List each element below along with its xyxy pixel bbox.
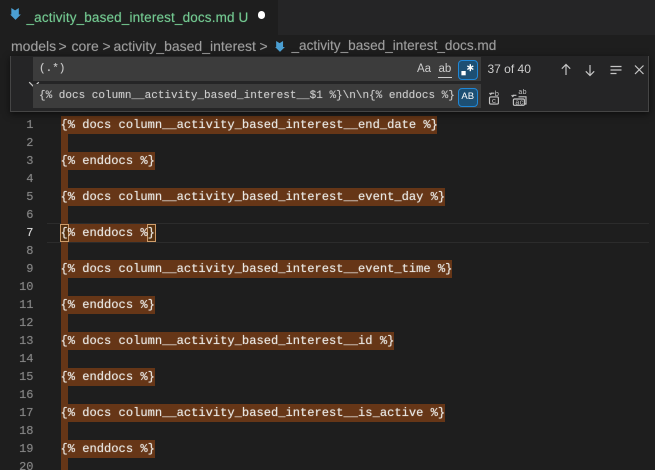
svg-text:c: c xyxy=(491,98,496,106)
svg-text:ac: ac xyxy=(515,99,523,106)
svg-text:ab: ab xyxy=(518,89,526,97)
